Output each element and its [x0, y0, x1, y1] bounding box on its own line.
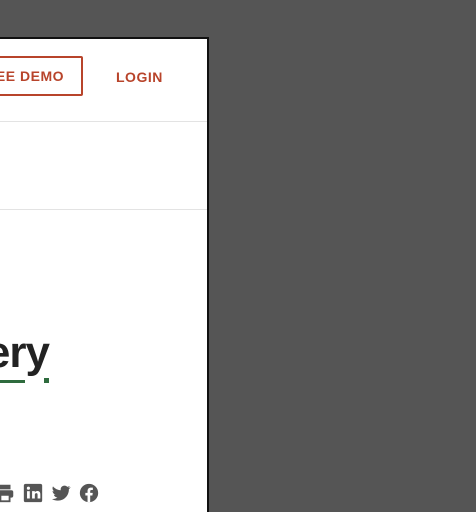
title-underline	[0, 380, 25, 383]
page-title: ery	[0, 328, 50, 377]
linkedin-icon[interactable]	[22, 482, 44, 504]
share-bar	[0, 481, 100, 505]
title-accent-dot	[44, 378, 49, 383]
see-demo-button[interactable]: SEE DEMO	[0, 56, 83, 96]
twitter-icon[interactable]	[50, 482, 72, 504]
subnav-bar	[0, 121, 207, 210]
login-link[interactable]: LOGIN	[116, 69, 163, 85]
site-header: SEE DEMO LOGIN	[0, 39, 207, 122]
facebook-icon[interactable]	[78, 482, 100, 504]
print-icon[interactable]	[0, 482, 16, 504]
page-panel: SEE DEMO LOGIN ery	[0, 37, 209, 512]
screen: SEE DEMO LOGIN ery	[0, 0, 476, 512]
